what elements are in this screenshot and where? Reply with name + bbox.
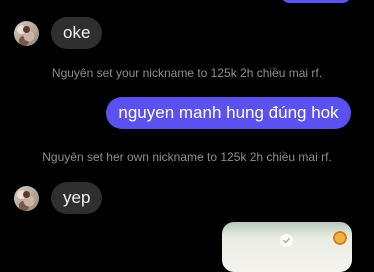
system-message: Nguyên set your nickname to 125k 2h chiề… [51,66,323,80]
system-message: Nguyên set her own nickname to 125k 2h c… [42,150,332,164]
sticker-image [332,230,348,246]
incoming-message-bubble[interactable]: oke [51,17,103,49]
incoming-message-row: oke [14,17,103,49]
outgoing-message-bubble-partial[interactable] [281,0,351,3]
incoming-message-bubble[interactable]: yep [51,182,103,214]
incoming-message-row: yep [14,182,103,214]
outgoing-photo-attachment[interactable] [222,222,352,272]
outgoing-message-bubble[interactable]: nguyen manh hung đúng hok [106,97,351,129]
contact-avatar[interactable] [14,20,39,46]
contact-avatar[interactable] [14,185,39,211]
check-circle-icon [280,234,293,247]
